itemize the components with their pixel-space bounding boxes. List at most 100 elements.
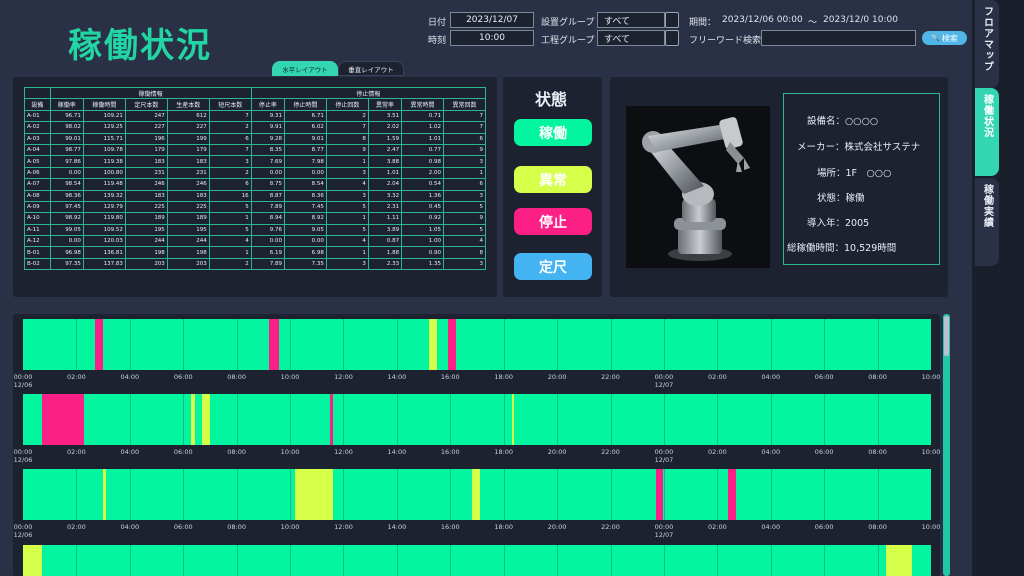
table-cell: 7.89 bbox=[250, 200, 285, 214]
status-fixed-length-button[interactable]: 定尺 bbox=[514, 253, 592, 280]
table-row[interactable]: A-09 97.45 129.79 225 225 5 7.89 7.45 5 2.31 0.45 5 bbox=[24, 200, 486, 214]
timeline-segment-stop[interactable] bbox=[52, 394, 85, 445]
timeline-gridline bbox=[290, 469, 292, 520]
timeline-tick-label: 00:00 bbox=[654, 523, 674, 531]
table-cell: 179 bbox=[124, 143, 168, 157]
table-cell: 5 bbox=[208, 200, 252, 214]
timeline-tick-label: 08:00 bbox=[227, 373, 247, 381]
table-cell: 0.92 bbox=[401, 212, 445, 225]
table-column-header: 停止回数 bbox=[325, 98, 369, 111]
timeline-gridline bbox=[610, 319, 612, 370]
table-cell: 225 bbox=[124, 200, 168, 214]
timeline-bar[interactable] bbox=[23, 545, 931, 576]
tab-horizontal-layout[interactable]: 水平レイアウト bbox=[272, 61, 338, 76]
timeline-gridline bbox=[770, 469, 772, 520]
sidebar-tab-operation-results[interactable]: 稼働実績 bbox=[975, 178, 999, 266]
timeline-segment-error[interactable] bbox=[191, 394, 196, 445]
table-cell: 9 bbox=[443, 212, 486, 225]
table-row[interactable]: A-07 98.54 119.48 246 246 6 8.75 8.54 4 2.04 0.54 6 bbox=[24, 178, 486, 191]
table-row[interactable]: A-05 97.86 119.38 183 183 3 7.69 7.98 1 3.88 0.98 3 bbox=[24, 155, 486, 168]
timeline-segment-error[interactable] bbox=[23, 545, 42, 576]
table-cell: 3 bbox=[443, 155, 486, 168]
table-row[interactable]: A-03 99.01 115.71 196 199 6 9.28 9.01 8 1.59 1.01 6 bbox=[24, 132, 486, 145]
table-row[interactable]: A-12 0.00 120.03 244 244 4 0.00 0.00 4 0.87 1.00 4 bbox=[24, 235, 486, 248]
table-cell: 1.00 bbox=[401, 235, 445, 248]
process-group-dropdown[interactable] bbox=[665, 30, 679, 46]
equip-group-select[interactable]: すべて bbox=[597, 12, 665, 28]
table-cell: 109.78 bbox=[82, 143, 126, 157]
timeline-gridline bbox=[877, 394, 879, 445]
timeline-tick-label: 18:00 bbox=[494, 373, 514, 381]
table-cell: 98.36 bbox=[49, 189, 84, 202]
process-group-select[interactable]: すべて bbox=[597, 30, 665, 46]
timeline-gridline bbox=[877, 545, 879, 576]
timeline-tick-label: 02:00 bbox=[707, 523, 727, 531]
table-cell: 9.05 bbox=[283, 223, 327, 237]
status-run-button[interactable]: 稼働 bbox=[514, 119, 592, 146]
table-row[interactable]: B-01 96.98 136.81 198 198 1 6.19 6.98 1 1.88 0.90 8 bbox=[24, 246, 486, 259]
timeline-gridline bbox=[877, 469, 879, 520]
date-field[interactable]: 2023/12/07 bbox=[450, 12, 534, 28]
timeline-bar[interactable] bbox=[23, 469, 931, 520]
table-cell: 1.01 bbox=[367, 166, 403, 180]
timeline-segment-error[interactable] bbox=[201, 394, 210, 445]
timeline-tick-label: 12:00 bbox=[334, 523, 353, 531]
timeline-gridline bbox=[770, 545, 772, 576]
timeline-tick-label: 00:00 bbox=[13, 448, 33, 456]
timeline-segment-error[interactable] bbox=[295, 469, 333, 520]
timeline-segment-stop[interactable] bbox=[95, 319, 104, 370]
table-row[interactable]: A-04 98.77 109.78 179 179 7 8.35 8.77 9 2.47 0.77 9 bbox=[24, 143, 486, 157]
timeline-tick-label: 06:00 bbox=[173, 523, 193, 531]
table-row[interactable]: A-02 98.02 129.25 227 227 2 9.91 6.02 7 2.02 1.02 7 bbox=[24, 121, 486, 134]
timeline-gridline bbox=[503, 319, 505, 370]
table-cell: 231 bbox=[124, 166, 168, 180]
table-cell: 203 bbox=[124, 257, 168, 271]
table-row[interactable]: A-10 98.92 119.80 189 189 1 8.94 8.92 1 1.11 0.92 9 bbox=[24, 212, 486, 225]
table-cell: 1 bbox=[325, 212, 369, 225]
timeline-segment-error[interactable] bbox=[471, 469, 480, 520]
timeline-gridline bbox=[236, 545, 238, 576]
table-group-op: 稼働情報 bbox=[49, 86, 252, 100]
timeline-segment-stop[interactable] bbox=[728, 469, 737, 520]
equipment-place: 場所：1F ○○○ bbox=[817, 168, 892, 179]
keyword-input[interactable] bbox=[761, 30, 916, 46]
table-cell: 98.54 bbox=[49, 178, 84, 191]
equip-group-dropdown[interactable] bbox=[665, 12, 679, 28]
equip-group-label: 設置グループ bbox=[541, 18, 595, 28]
table-cell: 5 bbox=[325, 223, 369, 237]
table-row[interactable]: A-06 0.00 100.80 231 231 2 0.00 0.00 3 1.01 2.00 1 bbox=[24, 166, 486, 180]
timeline-segment-error[interactable] bbox=[103, 469, 106, 520]
timeline-tick-label: 08:00 bbox=[227, 523, 247, 531]
sidebar-tab-operation-status[interactable]: 稼働状況 bbox=[975, 88, 999, 176]
timeline-segment-stop[interactable] bbox=[655, 469, 663, 520]
time-field[interactable]: 10:00 bbox=[450, 30, 534, 46]
table-cell: 119.80 bbox=[82, 212, 126, 225]
table-row[interactable]: A-08 98.36 139.32 183 183 16 8.87 8.36 3 3.32 1.36… bbox=[24, 189, 486, 202]
table-cell: 4 bbox=[325, 178, 369, 191]
search-button[interactable]: 🔍 検索 bbox=[922, 31, 967, 45]
timeline-segment-error[interactable] bbox=[511, 394, 515, 445]
status-stop-button[interactable]: 停止 bbox=[514, 208, 592, 235]
tab-vertical-layout[interactable]: 垂直レイアウト bbox=[338, 61, 404, 76]
timeline-segment-stop[interactable] bbox=[41, 394, 53, 445]
timeline-tick-label: 00:00 bbox=[13, 373, 33, 381]
table-row[interactable]: B-02 97.35 137.83 203 203 2 7.89 7.35 3 2.33 1.35 3 bbox=[24, 257, 486, 271]
timeline-segment-stop[interactable] bbox=[268, 319, 280, 370]
table-cell: 7.89 bbox=[250, 257, 285, 271]
table-cell-equipment: A-09 bbox=[24, 200, 51, 214]
timeline-gridline bbox=[396, 319, 398, 370]
sidebar-tab-floor-map[interactable]: フロアマップ bbox=[975, 0, 999, 88]
timeline-segment-stop[interactable] bbox=[447, 319, 456, 370]
status-error-button[interactable]: 異常 bbox=[514, 166, 592, 193]
timeline-segment-error[interactable] bbox=[885, 545, 913, 576]
timeline-segment-error[interactable] bbox=[428, 319, 437, 370]
table-row[interactable]: A-11 99.05 109.52 195 195 5 9.76 9.05 5 3.89 1.05 5 bbox=[24, 223, 486, 237]
timeline-scrollbar-thumb[interactable] bbox=[944, 316, 949, 356]
timeline-segment-stop[interactable] bbox=[330, 394, 333, 445]
table-cell: 7 bbox=[208, 109, 252, 123]
timeline-scrollbar[interactable] bbox=[943, 314, 950, 576]
timeline-bar[interactable] bbox=[23, 394, 931, 445]
timeline-bar[interactable] bbox=[23, 319, 931, 370]
table-row[interactable]: A-01 96.71 109.21 247 612 7 9.31 6.71 2 3.51 0.71 7 bbox=[24, 109, 486, 123]
period-separator: ～ bbox=[808, 18, 818, 28]
